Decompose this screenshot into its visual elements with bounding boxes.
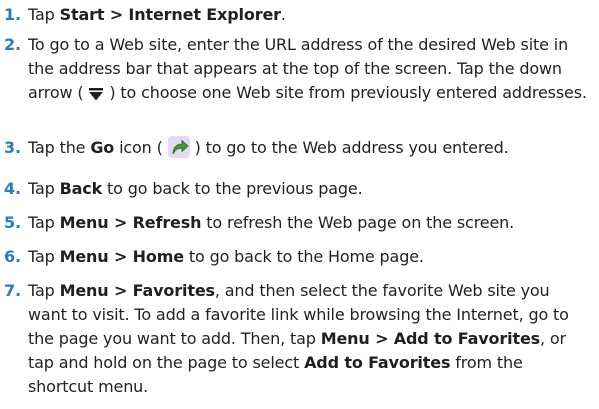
go-icon: [167, 136, 190, 158]
step-1: 1. Tap Start > Internet Explorer.: [0, 3, 599, 27]
ui-path: Add to Favorites: [304, 353, 451, 372]
step-3: 3. Tap the Go icon ( ) to go to the Web …: [0, 136, 599, 160]
step-number: 4.: [4, 179, 21, 198]
step-number: 2.: [4, 35, 21, 54]
step-number: 5.: [4, 213, 21, 232]
ui-path: Go: [90, 138, 115, 157]
step-7: 7. Tap Menu > Favorites, and then select…: [0, 279, 599, 399]
step-2: 2. To go to a Web site, enter the URL ad…: [0, 33, 599, 108]
ui-path: Menu > Refresh: [59, 213, 202, 232]
step-text: Tap Back to go back to the previous page…: [28, 179, 363, 198]
ui-path: Start > Internet Explorer: [59, 5, 281, 24]
step-text: To go to a Web site, enter the URL addre…: [28, 33, 588, 108]
step-text: Tap Menu > Home to go back to the Home p…: [28, 247, 424, 266]
step-number: 1.: [4, 5, 21, 24]
ui-path: Back: [59, 179, 103, 198]
step-number: 6.: [4, 247, 21, 266]
ui-path: Menu > Home: [59, 247, 185, 266]
ui-path: Menu > Favorites: [59, 281, 215, 300]
step-text: Tap Start > Internet Explorer.: [28, 5, 286, 24]
down-arrow-icon: [88, 84, 104, 108]
instruction-steps: 1. Tap Start > Internet Explorer. 2. To …: [0, 0, 599, 409]
step-text: Tap Menu > Refresh to refresh the Web pa…: [28, 213, 515, 232]
step-4: 4. Tap Back to go back to the previous p…: [0, 177, 599, 201]
step-5: 5. Tap Menu > Refresh to refresh the Web…: [0, 211, 599, 235]
step-number: 7.: [4, 281, 21, 300]
step-6: 6. Tap Menu > Home to go back to the Hom…: [0, 245, 599, 269]
step-number: 3.: [4, 138, 21, 157]
ui-path: Menu > Add to Favorites: [320, 329, 541, 348]
step-text: Tap Menu > Favorites, and then select th…: [28, 281, 569, 396]
step-text: Tap the Go icon ( ) to go to the Web add…: [28, 136, 509, 158]
